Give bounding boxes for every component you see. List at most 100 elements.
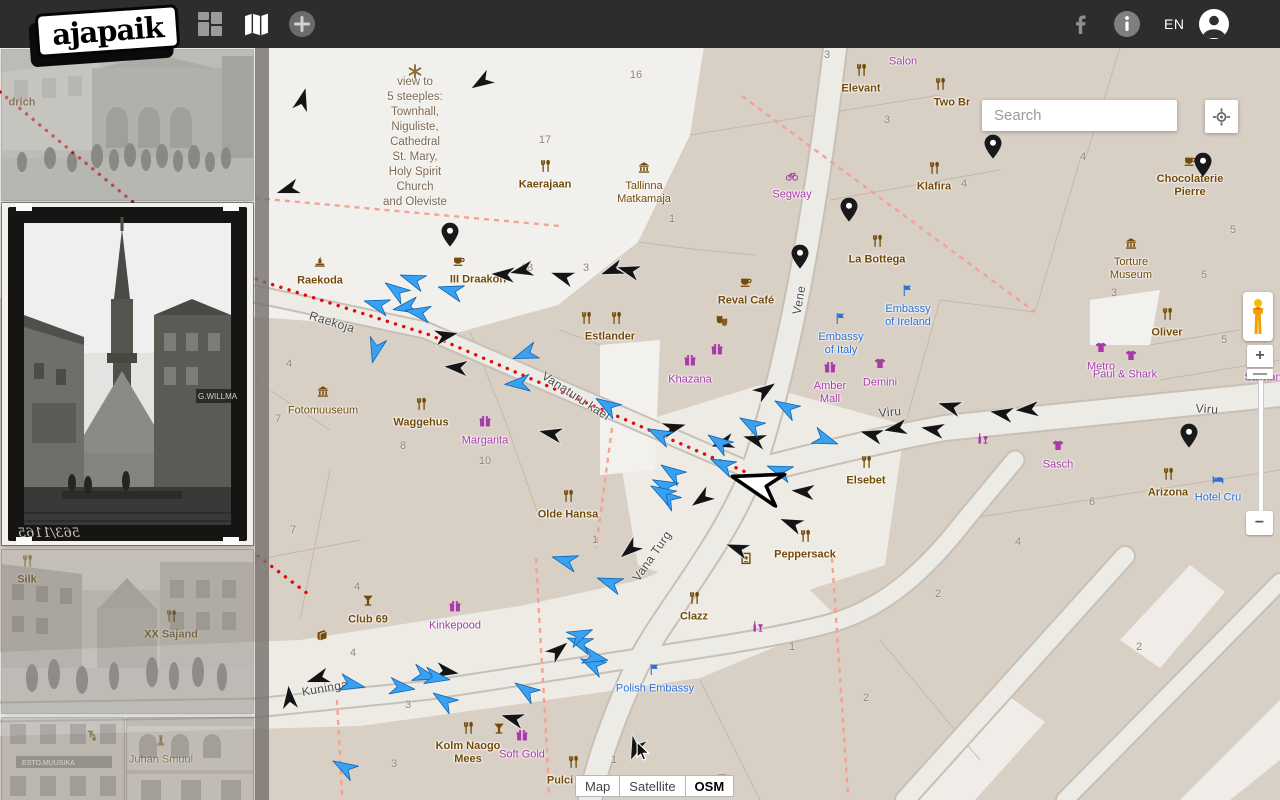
- gift-icon[interactable]: [711, 343, 724, 361]
- poi-label[interactable]: Segway: [772, 188, 811, 201]
- rephoto-direction-arrow[interactable]: [336, 673, 367, 701]
- tshirt-icon[interactable]: [1125, 349, 1138, 367]
- gift-icon[interactable]: [516, 729, 529, 747]
- zoom-slider-handle[interactable]: [1247, 369, 1273, 379]
- poi-label[interactable]: Waggehus: [393, 416, 448, 429]
- restaurant-icon[interactable]: [1161, 307, 1174, 325]
- flag-icon[interactable]: [902, 284, 915, 302]
- poi-label[interactable]: Peppersack: [774, 548, 836, 561]
- tshirt-icon[interactable]: [1052, 439, 1065, 457]
- poi-label[interactable]: Chocolaterie Pierre: [1157, 173, 1224, 199]
- poi-label[interactable]: Clazz: [680, 610, 708, 623]
- poi-label[interactable]: Polish Embassy: [616, 682, 694, 695]
- tshirt-icon[interactable]: [1095, 341, 1108, 359]
- poi-label[interactable]: Kolm Naogo Mees: [436, 740, 501, 766]
- photo-direction-arrow[interactable]: [505, 254, 536, 282]
- restaurant-icon[interactable]: [580, 311, 593, 329]
- map-view-button[interactable]: [234, 0, 278, 48]
- rephoto-direction-arrow[interactable]: [509, 671, 544, 705]
- restaurant-icon[interactable]: [860, 455, 873, 473]
- photo-direction-arrow[interactable]: [789, 476, 818, 502]
- restaurant-icon[interactable]: [462, 721, 475, 739]
- poi-label[interactable]: Torture Museum: [1110, 256, 1152, 282]
- restaurant-icon[interactable]: [928, 161, 941, 179]
- geolocate-button[interactable]: [1205, 100, 1238, 133]
- profile-button[interactable]: [1192, 0, 1236, 48]
- photo-direction-arrow[interactable]: [535, 417, 566, 445]
- photo-direction-arrow[interactable]: [442, 352, 471, 378]
- language-selector[interactable]: EN: [1164, 16, 1184, 32]
- rephoto-direction-arrow[interactable]: [549, 543, 581, 573]
- photo-direction-arrow[interactable]: [547, 259, 580, 289]
- poi-label[interactable]: Kaerajaan: [519, 178, 572, 191]
- museum-icon[interactable]: [317, 385, 330, 403]
- search-input[interactable]: [982, 100, 1177, 131]
- poi-label[interactable]: Soft Gold: [499, 748, 545, 761]
- restaurant-icon[interactable]: [610, 311, 623, 329]
- photo-direction-arrow[interactable]: [682, 480, 717, 514]
- rephoto-direction-arrow[interactable]: [328, 748, 363, 781]
- poi-label[interactable]: Salon: [889, 56, 917, 69]
- map-type-satellite[interactable]: Satellite: [620, 775, 686, 797]
- rephoto-direction-arrow[interactable]: [593, 565, 626, 596]
- poi-label[interactable]: Demini: [863, 376, 897, 389]
- map-pin[interactable]: [984, 134, 1002, 164]
- poi-label[interactable]: La Bottega: [849, 253, 906, 266]
- info-button[interactable]: [1105, 0, 1149, 48]
- poi-label[interactable]: Embassy of Italy: [818, 331, 863, 357]
- tshirt-icon[interactable]: [874, 357, 887, 375]
- poi-label[interactable]: Elevant: [841, 82, 880, 95]
- restaurant-icon[interactable]: [562, 489, 575, 507]
- map-pin[interactable]: [1180, 423, 1198, 453]
- flag-icon[interactable]: [649, 663, 662, 681]
- photo-direction-arrow[interactable]: [1013, 395, 1042, 420]
- gift-icon[interactable]: [824, 361, 837, 379]
- rephoto-direction-arrow[interactable]: [422, 666, 453, 693]
- poi-label[interactable]: Oliver: [1151, 326, 1182, 339]
- restaurant-icon[interactable]: [934, 77, 947, 95]
- rephoto-direction-arrow[interactable]: [403, 296, 434, 324]
- poi-label[interactable]: Hotel Cru: [1195, 491, 1241, 504]
- add-photo-button[interactable]: [280, 0, 324, 48]
- museum-icon[interactable]: [638, 161, 651, 179]
- poi-label[interactable]: Club 69: [348, 613, 388, 626]
- map-pin[interactable]: [840, 197, 858, 227]
- cafe-icon[interactable]: [740, 275, 753, 293]
- map-type-map[interactable]: Map: [575, 775, 621, 797]
- restaurant-icon[interactable]: [855, 63, 868, 81]
- photo-direction-arrow[interactable]: [431, 324, 462, 352]
- gift-icon[interactable]: [479, 415, 492, 433]
- townhall-icon[interactable]: [314, 255, 327, 273]
- zoom-slider-track[interactable]: [1258, 380, 1264, 511]
- winebar-icon[interactable]: [977, 432, 990, 450]
- bicycle-icon[interactable]: [785, 169, 799, 187]
- restaurant-icon[interactable]: [415, 397, 428, 415]
- poi-label[interactable]: Pulci: [547, 774, 573, 787]
- rephoto-direction-arrow[interactable]: [503, 369, 532, 394]
- zoom-in-button[interactable]: +: [1247, 345, 1273, 367]
- photo-thumbnail[interactable]: ESTO.MUUSIKA: [2, 718, 124, 800]
- sidebar-scrollbar[interactable]: [255, 48, 269, 800]
- map-pin[interactable]: [791, 244, 809, 274]
- poi-label[interactable]: Sasch: [1043, 458, 1074, 471]
- restaurant-icon[interactable]: [871, 234, 884, 252]
- gift-icon[interactable]: [684, 354, 697, 372]
- poi-label[interactable]: Embassy of Ireland: [885, 303, 931, 329]
- photo-thumbnail[interactable]: [127, 718, 253, 800]
- rephoto-direction-arrow[interactable]: [359, 334, 388, 366]
- poi-label[interactable]: Estlander: [585, 330, 635, 343]
- grid-view-button[interactable]: [188, 0, 232, 48]
- poi-label[interactable]: Two Br: [934, 96, 970, 109]
- gift-icon[interactable]: [449, 600, 462, 618]
- poi-label[interactable]: Reval Café: [718, 294, 774, 307]
- theatre-icon[interactable]: [716, 314, 729, 332]
- book-icon[interactable]: [316, 629, 329, 647]
- poi-label[interactable]: Elsebet: [846, 474, 885, 487]
- photo-direction-arrow[interactable]: [613, 253, 645, 283]
- map-pin[interactable]: [441, 222, 459, 252]
- photo-thumbnail[interactable]: [2, 50, 253, 200]
- cocktail-icon[interactable]: [362, 594, 375, 612]
- photo-thumbnail-selected[interactable]: G.WILLMA 563/1165: [2, 203, 253, 545]
- street-view-pegman[interactable]: [1243, 292, 1273, 341]
- winebar-icon[interactable]: [752, 620, 765, 638]
